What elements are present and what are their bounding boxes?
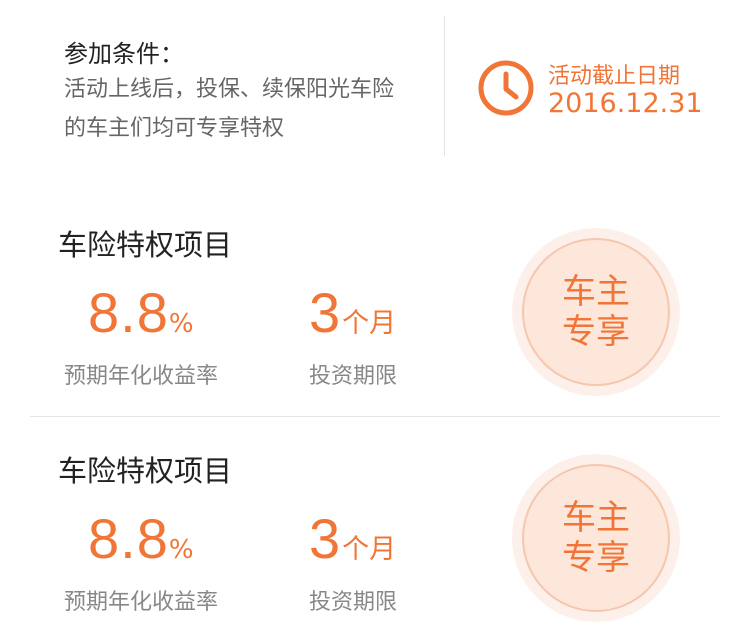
term-unit: 个月 — [342, 308, 397, 339]
privilege-card[interactable]: 车险特权项目 8.8% 预期年化收益率 3个月 投资期限 车主 专享 — [0, 190, 750, 416]
term-label: 投资期限 — [309, 364, 398, 389]
rate-label: 预期年化收益率 — [64, 364, 219, 389]
badge-circle: 车主 专享 — [522, 238, 670, 386]
privilege-card[interactable]: 车险特权项目 8.8% 预期年化收益率 3个月 投资期限 车主 专享 — [0, 416, 750, 642]
badge-text-line-1: 车主 — [562, 498, 630, 538]
rate-value: 8.8% — [88, 506, 194, 571]
badge-text-line-1: 车主 — [562, 272, 630, 312]
vertical-divider — [444, 16, 445, 156]
rate-unit: % — [168, 535, 194, 565]
badge-circle: 车主 专享 — [522, 464, 670, 612]
badge-text-line-2: 专享 — [562, 538, 630, 578]
rate-label: 预期年化收益率 — [64, 590, 219, 615]
term-unit: 个月 — [342, 534, 397, 565]
term-value: 3个月 — [309, 280, 396, 345]
deadline-label: 活动截止日期 — [548, 64, 681, 89]
rate-number: 8.8 — [88, 507, 169, 570]
rate-unit: % — [168, 309, 194, 339]
term-number: 3 — [309, 507, 341, 570]
rate-number: 8.8 — [88, 281, 169, 344]
activity-info-header: 参加条件： 活动上线后，投保、续保阳光车险 的车主们均可专享特权 活动截止日期 … — [0, 0, 750, 170]
conditions-line-1: 活动上线后，投保、续保阳光车险 — [64, 77, 395, 102]
clock-icon — [478, 60, 534, 116]
badge-text-line-2: 专享 — [562, 312, 630, 352]
conditions-line-2: 的车主们均可专享特权 — [64, 116, 285, 141]
owner-exclusive-badge[interactable]: 车主 专享 — [512, 228, 680, 396]
term-number: 3 — [309, 281, 341, 344]
card-title: 车险特权项目 — [58, 454, 233, 488]
owner-exclusive-badge[interactable]: 车主 专享 — [512, 454, 680, 622]
deadline-date: 2016.12.31 — [548, 88, 703, 119]
conditions-title: 参加条件： — [64, 40, 184, 68]
term-label: 投资期限 — [309, 590, 398, 615]
card-title: 车险特权项目 — [58, 228, 233, 262]
rate-value: 8.8% — [88, 280, 194, 345]
term-value: 3个月 — [309, 506, 396, 571]
